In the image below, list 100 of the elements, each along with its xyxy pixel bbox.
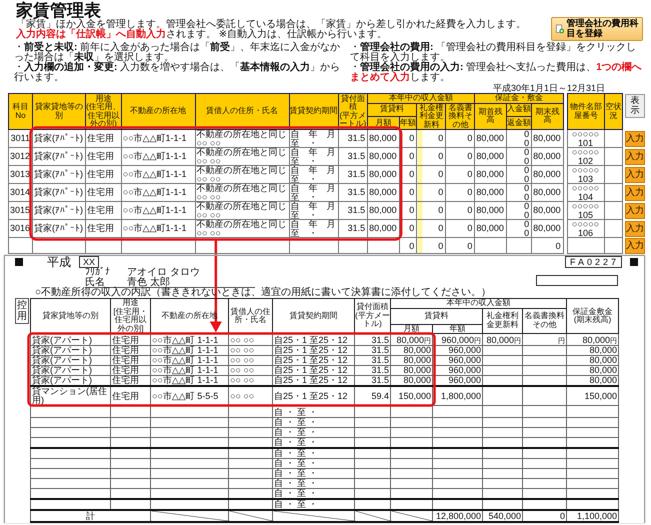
- table-cell: 0: [416, 202, 446, 220]
- table-cell: 貸家(ｱﾊﾟｰﾄ): [32, 130, 86, 148]
- column-header: 保証金・敷金: [474, 94, 564, 103]
- table-cell: 自 年 月 至 ・: [289, 166, 338, 184]
- table-cell: 0: [416, 148, 446, 166]
- table-cell: 80,000: [566, 346, 618, 356]
- table-cell: 3011: [8, 130, 33, 148]
- table-cell: 0: [446, 184, 475, 202]
- table-cell: [482, 438, 522, 448]
- table-cell: [482, 478, 522, 488]
- table-cell: 80,000: [566, 376, 618, 386]
- column-header: 賃借人の住所・氏名: [228, 298, 272, 334]
- table-cell: [432, 406, 482, 418]
- table-cell: 80,000: [390, 366, 432, 376]
- table-cell: ○○ ○○: [228, 356, 272, 366]
- table-cell: [482, 356, 522, 366]
- table-cell: [522, 346, 566, 356]
- table-cell: 0 0: [506, 130, 532, 148]
- table-cell: ○○市△△町1-1-1: [121, 220, 196, 238]
- table-cell: [432, 448, 482, 458]
- table-cell: [522, 366, 566, 376]
- table-cell: 不動産の所在地と同じ ○○ ○○: [195, 184, 290, 202]
- table-cell: [566, 428, 618, 438]
- table-cell: [566, 458, 618, 468]
- table-cell: 自25・1 至25・12: [272, 356, 354, 366]
- table-cell: [354, 468, 390, 478]
- column-header: 礼金権利金更新料: [416, 103, 446, 130]
- table-cell: 80,000: [368, 148, 400, 166]
- table-cell: 住宅用: [86, 166, 122, 184]
- table-cell: 自25・1 至25・12: [272, 334, 354, 346]
- input-button[interactable]: 入力: [624, 184, 645, 200]
- table-cell: 80,000: [532, 220, 564, 238]
- table-cell: 貸家(ｱﾊﾟｰﾄ): [32, 202, 86, 220]
- table-cell: 不動産の所在地と同じ ○○ ○○: [195, 166, 290, 184]
- table-cell: 自 ・ 至 ・: [272, 478, 354, 488]
- table-cell: 0 0: [506, 184, 532, 202]
- table-cell: 0 0: [506, 148, 532, 166]
- show-button[interactable]: 表示: [624, 94, 645, 118]
- table-cell: [289, 238, 338, 254]
- table-cell: ○○○○○ 101: [567, 130, 605, 148]
- table-cell: 80,000: [532, 202, 564, 220]
- column-header: 賃貸料: [390, 308, 482, 324]
- table-cell: [110, 438, 150, 448]
- column-header: 年額: [432, 324, 482, 334]
- table-cell: 0: [446, 130, 475, 148]
- table-cell: [482, 448, 522, 458]
- table-cell: [482, 488, 522, 499]
- table-cell: 80,000: [474, 148, 506, 166]
- table-cell: 80,000: [474, 130, 506, 148]
- bullet-note: ・管理会社の費用: 「管理会社の費用科目を登録」をクリックして科目を入力します。: [350, 43, 638, 63]
- column-header: 保証金敷金 (期末残高): [566, 298, 618, 334]
- input-button[interactable]: 入力: [624, 130, 645, 146]
- table-cell: 31.5: [338, 166, 368, 184]
- total-cell: 540,000: [482, 510, 522, 522]
- input-button[interactable]: 入力: [624, 166, 645, 182]
- table-cell: 31.5: [354, 356, 390, 366]
- table-cell: [110, 468, 150, 478]
- total-label: 計: [30, 510, 150, 522]
- table-cell: [522, 376, 566, 386]
- input-button[interactable]: 入力: [624, 148, 645, 164]
- table-cell: [228, 488, 272, 499]
- table-cell: 貸マンション(居住用): [30, 386, 110, 406]
- table-cell: 自 ・ 至 ・: [272, 488, 354, 499]
- field-label: ﾌﾘｶﾞﾅ: [85, 268, 111, 278]
- year-box: XX: [79, 256, 100, 268]
- table-cell: 住宅用: [110, 366, 150, 376]
- column-header: 貸付面積 (平方メートル): [354, 298, 390, 334]
- input-button[interactable]: 入力: [624, 220, 645, 236]
- table-cell: 住宅用: [86, 148, 122, 166]
- table-cell: 0 0: [506, 220, 532, 238]
- table-cell: 0: [416, 166, 446, 184]
- table-cell: 80,000: [566, 356, 618, 366]
- table-cell: 0: [416, 184, 446, 202]
- column-header: 礼金権利金更新料: [482, 308, 522, 334]
- input-button[interactable]: 入力: [624, 238, 645, 254]
- table-cell: 不動産の所在地と同じ ○○ ○○: [195, 220, 290, 238]
- register-expense-button[interactable]: 管理会社の費用科目を登録: [551, 17, 643, 41]
- table-cell: 貸家(ｱﾊﾟｰﾄ): [32, 184, 86, 202]
- table-cell: 960,000: [432, 356, 482, 366]
- table-cell: [522, 428, 566, 438]
- table-cell: [482, 366, 522, 376]
- table-cell: 0: [532, 238, 564, 254]
- table-cell: 自 ・ 至 ・: [272, 418, 354, 428]
- table-cell: [390, 406, 432, 418]
- table-cell: 31.5: [354, 366, 390, 376]
- table-cell: [432, 478, 482, 488]
- table-cell: [566, 448, 618, 458]
- table-cell: 自 ・ 至 ・: [272, 468, 354, 478]
- column-header: 貸家貸地等の別: [30, 298, 110, 334]
- table-cell: 貸家(アパート): [30, 356, 110, 366]
- bullet-note: ・入力欄の追加・変更: 入力数を増やす場合は、「基本情報の入力」から行います。: [14, 63, 342, 83]
- table-cell: 80,000: [390, 346, 432, 356]
- table-cell: [86, 238, 122, 254]
- table-cell: [390, 468, 432, 478]
- table-cell: [390, 438, 432, 448]
- column-header: 不動産の所在地: [121, 94, 196, 130]
- table-cell: 31.5: [338, 148, 368, 166]
- table-cell: [482, 458, 522, 468]
- input-button[interactable]: 入力: [624, 202, 645, 218]
- table-cell: 貸家(ｱﾊﾟｰﾄ): [32, 148, 86, 166]
